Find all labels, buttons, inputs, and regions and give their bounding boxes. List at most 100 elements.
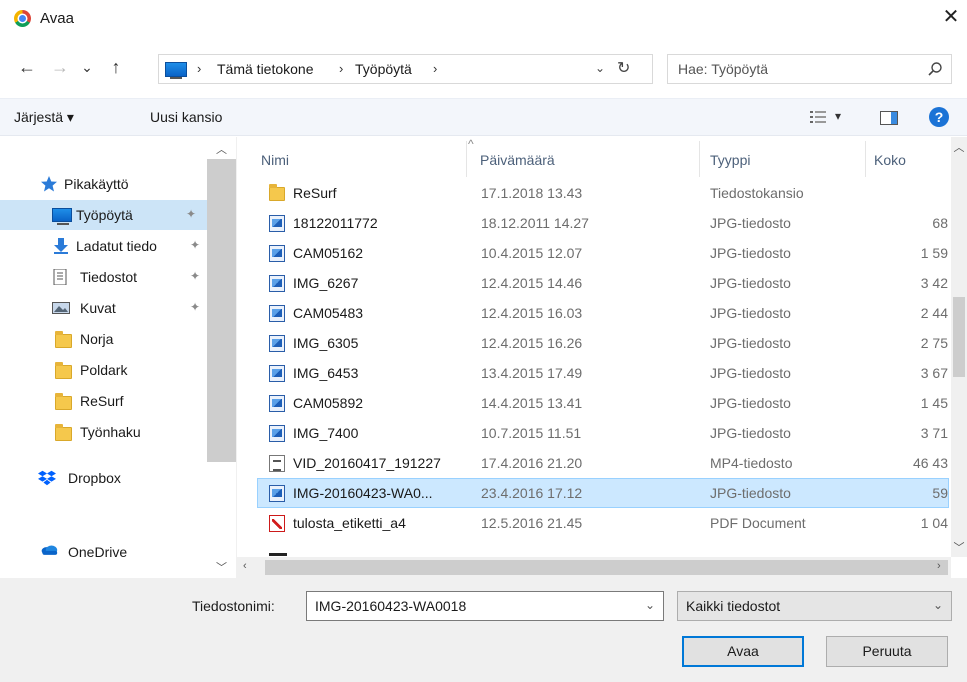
file-date: 18.12.2011 14.27 — [481, 215, 589, 231]
folder-icon — [55, 393, 72, 410]
column-divider[interactable] — [865, 141, 866, 177]
sidebar-item-resurf[interactable]: ReSurf — [0, 386, 207, 416]
scroll-up-arrow-icon[interactable]: ︿ — [207, 141, 236, 157]
preview-pane-icon[interactable] — [880, 111, 898, 125]
close-icon[interactable]: ✕ — [938, 4, 964, 30]
file-name: VID_20160417_191227 — [293, 455, 441, 471]
pin-icon[interactable]: ✦ — [186, 207, 196, 221]
scroll-down-arrow-icon[interactable]: ﹀ — [207, 559, 236, 575]
file-date: 23.4.2016 17.12 — [481, 485, 583, 501]
address-row: ← → ⌄ ↑ › Tämä tietokone › Työpöytä › ⌄ … — [0, 50, 967, 86]
breadcrumb-separator-icon[interactable]: › — [339, 61, 343, 76]
refresh-icon[interactable]: ↻ — [617, 58, 630, 78]
file-size: 68 — [932, 215, 948, 231]
view-options-icon[interactable] — [810, 111, 826, 123]
dialog-footer: Tiedostonimi: IMG-20160423-WA0018 ⌄ Kaik… — [0, 578, 967, 682]
sidebar-item-label: Pikakäyttö — [64, 176, 129, 192]
sidebar-item-pictures[interactable]: Kuvat ✦ — [0, 293, 207, 323]
file-row[interactable]: CAM05483 12.4.2015 16.03 JPG-tiedosto 2 … — [257, 298, 949, 328]
column-header-date[interactable]: Päivämäärä — [480, 152, 555, 168]
file-row[interactable]: CAM05162 10.4.2015 12.07 JPG-tiedosto 1 … — [257, 238, 949, 268]
filename-label: Tiedostonimi: — [192, 598, 275, 614]
sidebar-scrollbar-thumb[interactable] — [207, 159, 236, 462]
file-row[interactable]: IMG_7400 10.7.2015 11.51 JPG-tiedosto 3 … — [257, 418, 949, 448]
folder-icon — [55, 331, 72, 348]
breadcrumb-desktop[interactable]: Työpöytä — [355, 61, 412, 77]
new-folder-button[interactable]: Uusi kansio — [150, 109, 222, 125]
sidebar-item-poldark[interactable]: Poldark — [0, 355, 207, 385]
sidebar-item-onedrive[interactable]: OneDrive — [0, 540, 207, 570]
file-name: IMG_6305 — [293, 335, 359, 351]
column-header-size[interactable]: Koko — [874, 152, 906, 168]
pin-icon[interactable]: ✦ — [190, 238, 200, 252]
file-list-horizontal-scrollbar[interactable]: ‹ › — [237, 557, 951, 578]
file-row[interactable]: tulosta_etiketti_a4 12.5.2016 21.45 PDF … — [257, 508, 949, 538]
address-history-chevron-icon[interactable]: ⌄ — [595, 61, 605, 75]
documents-icon — [53, 269, 67, 285]
file-date: 17.1.2018 13.43 — [481, 185, 583, 201]
file-name: CAM05483 — [293, 305, 364, 321]
breadcrumb-separator-icon[interactable]: › — [197, 61, 201, 76]
back-arrow-icon[interactable]: ← — [14, 54, 40, 80]
organize-button[interactable]: Järjestä ▾ — [14, 109, 74, 126]
file-row[interactable]: CAM05892 14.4.2015 13.41 JPG-tiedosto 1 … — [257, 388, 949, 418]
file-type-filter-select[interactable]: Kaikki tiedostot ⌄ — [677, 591, 952, 621]
file-type: MP4-tiedosto — [710, 455, 793, 471]
jpg-icon — [269, 395, 285, 412]
search-icon[interactable] — [927, 61, 943, 77]
horizontal-scrollbar-thumb[interactable] — [265, 560, 948, 575]
column-header-name[interactable]: Nimi — [261, 152, 289, 168]
breadcrumb-this-pc[interactable]: Tämä tietokone — [217, 61, 314, 77]
help-icon[interactable]: ? — [929, 107, 949, 127]
column-divider[interactable] — [466, 141, 467, 177]
scroll-down-arrow-icon[interactable]: ﹀ — [951, 539, 967, 555]
download-icon — [54, 238, 68, 254]
pin-icon[interactable]: ✦ — [190, 300, 200, 314]
sidebar-item-norja[interactable]: Norja — [0, 324, 207, 354]
folder-icon — [269, 184, 285, 201]
recent-locations-chevron-icon[interactable]: ⌄ — [74, 54, 100, 80]
filename-input[interactable]: IMG-20160423-WA0018 ⌄ — [306, 591, 664, 621]
sidebar-item-downloads[interactable]: Ladatut tiedo ✦ — [0, 231, 207, 261]
file-row[interactable]: 18122011772 18.12.2011 14.27 JPG-tiedost… — [257, 208, 949, 238]
chevron-down-icon[interactable]: ⌄ — [933, 598, 943, 612]
sidebar-item-label: Tiedostot — [80, 269, 138, 285]
file-row[interactable]: ReSurf 17.1.2018 13.43 Tiedostokansio — [257, 178, 949, 208]
breadcrumb-separator-icon[interactable]: › — [433, 61, 437, 76]
address-bar[interactable]: › Tämä tietokone › Työpöytä › ⌄ ↻ — [158, 54, 653, 84]
file-row-selected[interactable]: IMG-20160423-WA0... 23.4.2016 17.12 JPG-… — [257, 478, 949, 508]
file-type: JPG-tiedosto — [710, 395, 791, 411]
scroll-right-arrow-icon[interactable]: › — [937, 560, 941, 572]
search-input[interactable]: Hae: Työpöytä — [667, 54, 952, 84]
cancel-button[interactable]: Peruuta — [826, 636, 948, 667]
scroll-left-arrow-icon[interactable]: ‹ — [243, 560, 247, 572]
vertical-scrollbar-thumb[interactable] — [953, 297, 965, 377]
file-type-filter-value: Kaikki tiedostot — [686, 598, 781, 614]
column-divider[interactable] — [699, 141, 700, 177]
file-row[interactable]: IMG_6453 13.4.2015 17.49 JPG-tiedosto 3 … — [257, 358, 949, 388]
forward-arrow-icon[interactable]: → — [47, 54, 73, 80]
file-row[interactable]: IMG_6267 12.4.2015 14.46 JPG-tiedosto 3 … — [257, 268, 949, 298]
filename-history-chevron-icon[interactable]: ⌄ — [645, 598, 655, 612]
sidebar-item-tyonhaku[interactable]: Työnhaku — [0, 417, 207, 447]
file-size: 1 04 — [920, 515, 948, 531]
sidebar-item-dropbox[interactable]: Dropbox — [0, 463, 207, 493]
file-row[interactable]: VID_20160417_191227 17.4.2016 21.20 MP4-… — [257, 448, 949, 478]
sidebar-item-label: Ladatut tiedo — [76, 238, 157, 254]
jpg-icon — [269, 245, 285, 262]
file-list-vertical-scrollbar[interactable]: ︿ ﹀ — [951, 137, 967, 557]
scroll-up-arrow-icon[interactable]: ︿ — [951, 139, 967, 155]
pictures-icon — [52, 302, 70, 314]
jpg-icon — [269, 275, 285, 292]
column-header-type[interactable]: Tyyppi — [710, 152, 750, 168]
sidebar-scrollbar[interactable]: ︿ ﹀ — [207, 137, 236, 578]
onedrive-icon — [41, 545, 58, 555]
sidebar-item-quick-access[interactable]: Pikakäyttö — [0, 169, 207, 199]
up-arrow-icon[interactable]: ↑ — [103, 54, 129, 80]
sidebar-item-desktop[interactable]: Työpöytä ✦ — [0, 200, 207, 230]
pin-icon[interactable]: ✦ — [190, 269, 200, 283]
open-button[interactable]: Avaa — [682, 636, 804, 667]
sidebar-item-documents[interactable]: Tiedostot ✦ — [0, 262, 207, 292]
file-row[interactable]: IMG_6305 12.4.2015 16.26 JPG-tiedosto 2 … — [257, 328, 949, 358]
view-dropdown-icon[interactable]: ▾ — [835, 109, 841, 123]
